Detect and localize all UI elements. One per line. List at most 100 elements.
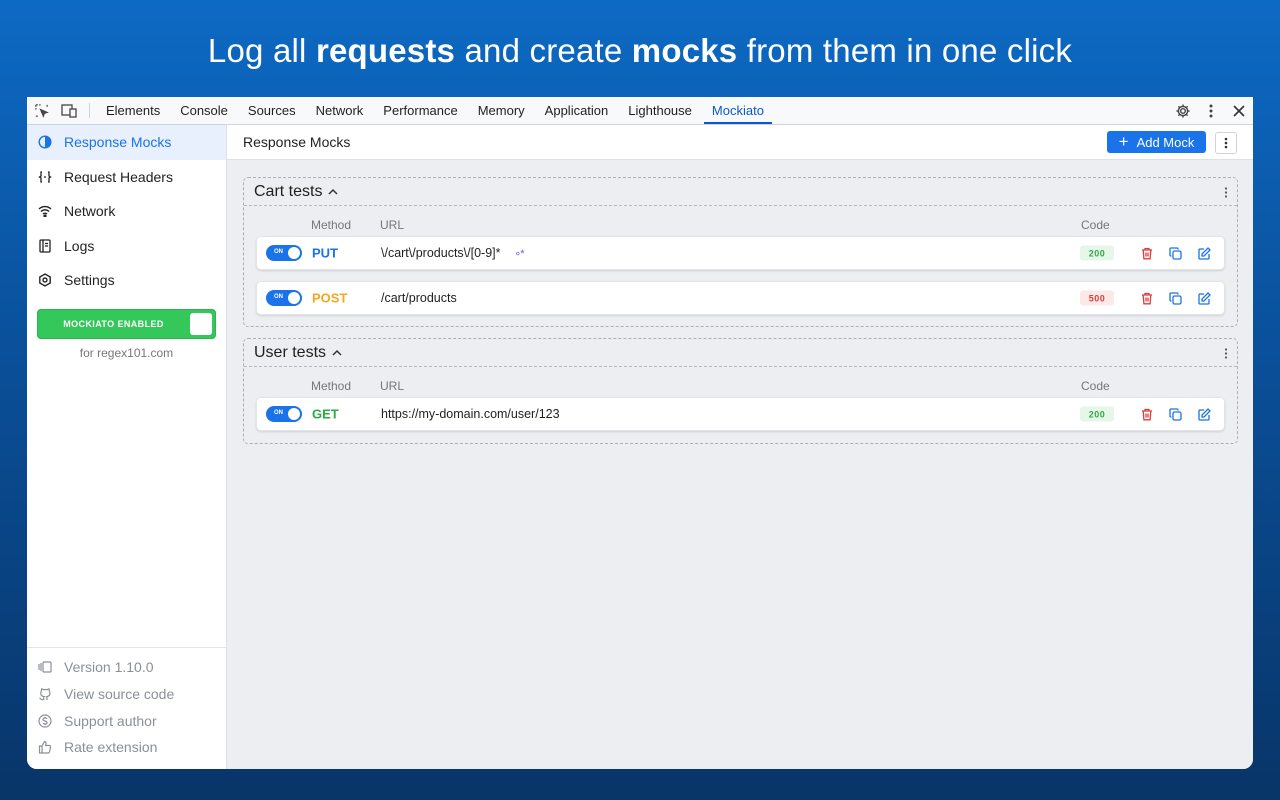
tab-console[interactable]: Console	[170, 97, 238, 124]
devtools-tab-bar: Elements Console Sources Network Perform…	[27, 97, 1253, 125]
tab-performance[interactable]: Performance	[373, 97, 467, 124]
trash-icon[interactable]	[1138, 405, 1156, 423]
version-icon	[38, 660, 52, 674]
settings-icon	[37, 272, 53, 288]
method-label: GET	[312, 406, 339, 422]
dollar-icon	[38, 714, 52, 728]
headline-bold-1: requests	[315, 32, 456, 69]
sidebar-item-label: Request Headers	[64, 168, 173, 185]
mockiato-enabled-toggle[interactable]: MOCKIATO ENABLED	[37, 308, 216, 339]
toggle-knob	[190, 312, 212, 335]
gear-icon[interactable]	[1169, 103, 1197, 119]
mock-enabled-toggle[interactable]: ON	[266, 406, 302, 422]
support-author-label: Support author	[64, 712, 157, 729]
trash-icon[interactable]	[1138, 244, 1156, 262]
copy-icon[interactable]	[1166, 244, 1184, 262]
col-url: URL	[380, 379, 405, 393]
tab-mockiato[interactable]: Mockiato	[702, 97, 774, 124]
url-label: https://my-domain.com/user/123	[381, 407, 560, 421]
headline: Log all requests and create mocks from t…	[0, 32, 1280, 70]
group-title: User tests	[254, 343, 327, 361]
more-vert-icon	[1224, 137, 1228, 149]
contrast-icon	[37, 134, 53, 150]
tab-application[interactable]: Application	[535, 97, 619, 124]
edit-icon[interactable]	[1195, 405, 1213, 423]
mock-enabled-toggle[interactable]: ON	[266, 290, 302, 306]
wifi-icon	[37, 203, 53, 219]
url-label: \/cart\/products\/[0-9]* ∘*	[381, 246, 525, 260]
col-code: Code	[1081, 379, 1110, 393]
col-url: URL	[380, 218, 405, 232]
tab-sources[interactable]: Sources	[238, 97, 306, 124]
more-vert-icon[interactable]	[1197, 104, 1225, 118]
view-source-link[interactable]: View source code	[27, 681, 226, 708]
version-label: Version 1.10.0	[64, 659, 154, 676]
edit-icon[interactable]	[1195, 289, 1213, 307]
status-code-badge: 200	[1080, 245, 1114, 261]
device-toolbar-icon[interactable]	[55, 97, 83, 124]
main-area: Response Mocks Request Headers Network L…	[27, 125, 1253, 769]
mock-group-user-tests: User tests Method URL Code ON GET https:…	[243, 338, 1238, 444]
group-more-icon[interactable]	[1224, 346, 1228, 364]
edit-icon[interactable]	[1195, 244, 1213, 262]
chevron-up-icon[interactable]	[332, 347, 342, 359]
mock-row[interactable]: ON GET https://my-domain.com/user/123 20…	[256, 397, 1225, 431]
group-header: Cart tests	[244, 178, 1237, 206]
sidebar-item-logs[interactable]: Logs	[27, 229, 226, 264]
trash-icon[interactable]	[1138, 289, 1156, 307]
toolbar-divider	[89, 103, 90, 118]
status-code-badge: 500	[1080, 290, 1114, 306]
sidebar-item-label: Settings	[64, 272, 115, 289]
rate-extension-link[interactable]: Rate extension	[27, 734, 226, 761]
tab-memory[interactable]: Memory	[468, 97, 535, 124]
sidebar-item-label: Logs	[64, 237, 95, 254]
mock-enabled-toggle[interactable]: ON	[266, 245, 302, 261]
sidebar-item-response-mocks[interactable]: Response Mocks	[27, 125, 226, 160]
inspect-element-icon[interactable]	[27, 97, 55, 124]
close-icon[interactable]	[1225, 104, 1253, 117]
headline-bold-2: mocks	[631, 32, 738, 69]
sidebar-item-label: Response Mocks	[64, 134, 172, 151]
col-method: Method	[311, 218, 352, 232]
sidebar-item-request-headers[interactable]: Request Headers	[27, 160, 226, 195]
log-icon	[37, 238, 53, 254]
mock-group-cart-tests: Cart tests Method URL Code ON PUT \/cart…	[243, 177, 1238, 327]
tab-lighthouse[interactable]: Lighthouse	[618, 97, 702, 124]
copy-icon[interactable]	[1166, 289, 1184, 307]
support-author-link[interactable]: Support author	[27, 707, 226, 734]
url-label: /cart/products	[381, 291, 457, 305]
toggle-on-label: ON	[274, 410, 283, 416]
copy-icon[interactable]	[1166, 405, 1184, 423]
tab-network[interactable]: Network	[306, 97, 374, 124]
regex-icon: ∘*	[514, 248, 524, 260]
plus-icon: +	[1118, 131, 1129, 151]
version-item: Version 1.10.0	[27, 654, 226, 681]
braces-icon	[37, 169, 53, 185]
sidebar-item-settings[interactable]: Settings	[27, 263, 226, 298]
sidebar-footer: Version 1.10.0 View source code Support …	[27, 647, 226, 769]
sidebar-item-label: Network	[64, 203, 116, 220]
view-source-label: View source code	[64, 686, 175, 703]
col-method: Method	[311, 379, 352, 393]
status-code-badge: 200	[1080, 406, 1114, 422]
headline-part-1: Log all	[207, 32, 316, 69]
mock-row[interactable]: ON PUT \/cart\/products\/[0-9]* ∘* 200	[256, 236, 1225, 270]
header-more-button[interactable]	[1215, 132, 1237, 154]
github-icon	[38, 687, 52, 701]
col-code: Code	[1081, 218, 1110, 232]
mock-row[interactable]: ON POST /cart/products 500	[256, 281, 1225, 315]
headline-part-2: and create	[455, 32, 632, 69]
chevron-up-icon[interactable]	[328, 186, 338, 198]
method-label: POST	[312, 290, 348, 306]
column-headers: Method URL Code	[244, 367, 1237, 397]
domain-caption: for regex101.com	[79, 345, 174, 360]
toggle-on-label: ON	[274, 249, 283, 255]
group-more-icon[interactable]	[1224, 185, 1228, 203]
add-mock-button[interactable]: + Add Mock	[1107, 131, 1206, 153]
sidebar-item-network[interactable]: Network	[27, 194, 226, 229]
url-text: \/cart\/products\/[0-9]*	[381, 246, 501, 260]
headline-part-3: from them in one click	[737, 32, 1073, 69]
tab-elements[interactable]: Elements	[96, 97, 170, 124]
thumbs-up-icon	[38, 740, 52, 755]
devtools-window: Elements Console Sources Network Perform…	[27, 97, 1253, 769]
